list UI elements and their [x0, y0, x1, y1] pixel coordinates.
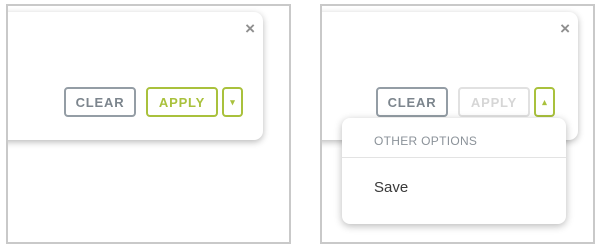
chevron-down-icon: ▾: [230, 96, 235, 107]
more-options-button[interactable]: ▾: [222, 87, 243, 117]
chevron-up-icon: ▴: [542, 96, 547, 107]
close-icon[interactable]: ×: [560, 20, 570, 37]
other-options-dropdown: OTHER OPTIONS Save: [342, 118, 566, 224]
clear-button[interactable]: CLEAR: [376, 87, 448, 117]
dropdown-header: OTHER OPTIONS: [342, 118, 566, 158]
apply-button[interactable]: APPLY: [146, 87, 218, 117]
left-panel: × CLEAR APPLY ▾: [6, 4, 291, 244]
close-icon[interactable]: ×: [245, 20, 255, 37]
filter-popup: × CLEAR APPLY ▾: [8, 12, 263, 140]
right-panel: × CLEAR APPLY ▴ OTHER OPTIONS Save: [320, 4, 595, 244]
save-option[interactable]: Save: [342, 158, 566, 196]
apply-button: APPLY: [458, 87, 530, 117]
more-options-button[interactable]: ▴: [534, 87, 555, 117]
clear-button[interactable]: CLEAR: [64, 87, 136, 117]
